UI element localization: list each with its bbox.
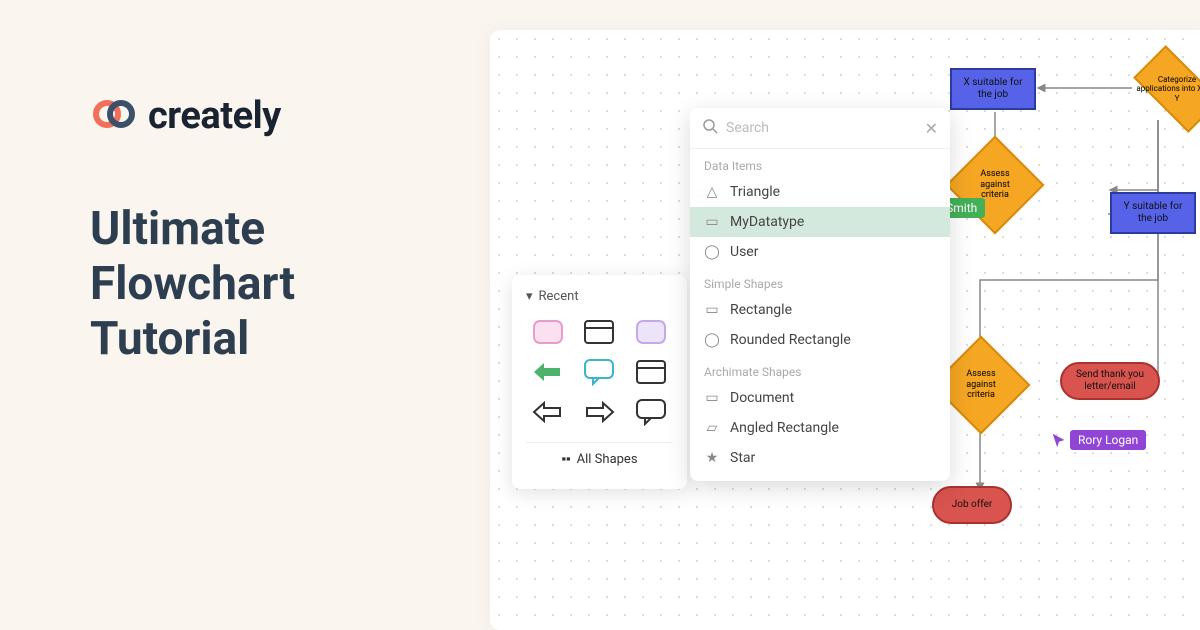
- left-panel: creately Ultimate Flowchart Tutorial: [0, 0, 490, 630]
- heading-line-3: Tutorial: [90, 312, 490, 367]
- node-x-suitable[interactable]: X suitable for the job: [950, 68, 1036, 110]
- shape-item-user[interactable]: ◯User: [690, 237, 950, 267]
- rectangle-icon: ▭: [704, 303, 720, 317]
- pill-icon: ◯: [704, 245, 720, 259]
- node-assess-2[interactable]: Assess against criteria: [946, 350, 1016, 420]
- node-job-offer[interactable]: Job offer: [932, 486, 1012, 524]
- shape-item-triangle[interactable]: △Triangle: [690, 177, 950, 207]
- node-y-suitable[interactable]: Y suitable for the job: [1110, 192, 1196, 234]
- rounded-icon: ◯: [704, 333, 720, 347]
- canvas-area[interactable]: Categorize applications into X and Y X s…: [490, 30, 1200, 630]
- heading-line-2: Flowchart: [90, 257, 490, 312]
- shape-item-rounded-rectangle[interactable]: ◯Rounded Rectangle: [690, 325, 950, 355]
- angled-icon: ▱: [704, 421, 720, 435]
- triangle-icon: △: [704, 185, 720, 199]
- shape-arrow-left-green[interactable]: [529, 356, 567, 388]
- group-archimate: Archimate Shapes: [690, 355, 950, 383]
- shape-speech-outline[interactable]: [632, 396, 670, 428]
- shape-item-mydatatype[interactable]: ▭MyDatatype: [690, 207, 950, 237]
- document-icon: ▭: [704, 391, 720, 405]
- heading-line-1: Ultimate: [90, 202, 490, 257]
- shape-arrow-right-outline[interactable]: [580, 396, 618, 428]
- node-send-thanks[interactable]: Send thank you letter/email: [1060, 362, 1160, 400]
- group-simple-shapes: Simple Shapes: [690, 267, 950, 295]
- star-icon: ★: [704, 451, 720, 465]
- node-categorize[interactable]: Categorize applications into X and Y: [1132, 60, 1200, 118]
- shape-item-star[interactable]: ★Star: [690, 443, 950, 473]
- shapes-panel: ▾ Recent ▪▪ All Shapes: [512, 275, 687, 489]
- brand-name: creately: [148, 94, 281, 138]
- shape-search-popup: ✕ Data Items △Triangle ▭MyDatatype ◯User…: [690, 108, 950, 481]
- search-icon: [702, 118, 718, 138]
- tag-icon: ▭: [704, 215, 720, 229]
- collaborator-name-2: Rory Logan: [1070, 430, 1146, 450]
- shape-item-rectangle[interactable]: ▭Rectangle: [690, 295, 950, 325]
- collaborator-cursor-2: Rory Logan: [1050, 430, 1146, 450]
- clear-icon[interactable]: ✕: [925, 119, 938, 138]
- page-heading: Ultimate Flowchart Tutorial: [90, 202, 490, 368]
- search-bar: ✕: [690, 108, 950, 149]
- logo: creately: [90, 90, 490, 142]
- shape-item-document[interactable]: ▭Document: [690, 383, 950, 413]
- logo-icon: [90, 90, 138, 142]
- all-shapes-label: All Shapes: [577, 452, 638, 467]
- recent-header[interactable]: ▾ Recent: [526, 289, 673, 304]
- recent-label: Recent: [539, 289, 579, 304]
- grid-icon: ▪▪: [561, 451, 570, 467]
- shape-item-angled-rectangle[interactable]: ▱Angled Rectangle: [690, 413, 950, 443]
- all-shapes-button[interactable]: ▪▪ All Shapes: [526, 442, 673, 475]
- caret-down-icon: ▾: [526, 289, 533, 304]
- shape-card[interactable]: [632, 356, 670, 388]
- shape-arrow-left-outline[interactable]: [529, 396, 567, 428]
- group-data-items: Data Items: [690, 149, 950, 177]
- shape-browser[interactable]: [580, 316, 618, 348]
- search-input[interactable]: [726, 120, 925, 136]
- shape-rounded-purple[interactable]: [632, 316, 670, 348]
- shape-speech-cyan[interactable]: [580, 356, 618, 388]
- recent-shapes-grid: [526, 316, 673, 428]
- shape-rounded-pink[interactable]: [529, 316, 567, 348]
